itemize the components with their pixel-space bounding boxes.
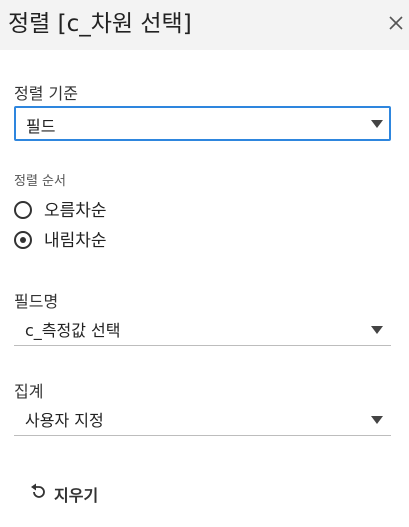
radio-descending[interactable]: 내림차순 (14, 230, 134, 254)
chevron-down-icon (371, 416, 383, 424)
sort-order-label: 정렬 순서 (14, 174, 66, 189)
radio-ascending[interactable]: 오름차순 (14, 200, 134, 224)
clear-button[interactable]: 지우기 (30, 480, 120, 506)
field-name-value: c_측정값 선택 (25, 321, 121, 340)
sort-basis-label: 정렬 기준 (14, 84, 78, 103)
radio-ascending-label: 오름차순 (44, 201, 107, 221)
radio-descending-circle[interactable] (14, 231, 32, 249)
close-icon[interactable] (385, 12, 407, 34)
field-name-label: 필드명 (14, 292, 59, 311)
undo-icon (30, 483, 46, 505)
chevron-down-icon (371, 326, 383, 334)
panel-header: 정렬 [c_차원 선택] (0, 0, 409, 50)
sort-basis-value: 필드 (26, 117, 56, 136)
radio-selected-dot (20, 237, 26, 243)
field-name-select[interactable]: c_측정값 선택 (14, 311, 391, 346)
aggregation-select[interactable]: 사용자 지정 (14, 401, 391, 436)
aggregation-label: 집계 (14, 382, 44, 401)
chevron-down-icon (371, 120, 383, 128)
clear-label: 지우기 (54, 486, 99, 505)
panel-title: 정렬 [c_차원 선택] (8, 11, 192, 37)
sort-basis-select[interactable]: 필드 (14, 106, 391, 141)
radio-descending-label: 내림차순 (44, 231, 107, 251)
aggregation-value: 사용자 지정 (25, 411, 104, 430)
sort-panel: 정렬 [c_차원 선택] 정렬 기준 필드 정렬 순서 오름차순 내림차순 필드… (0, 0, 409, 527)
radio-ascending-circle[interactable] (14, 201, 32, 219)
